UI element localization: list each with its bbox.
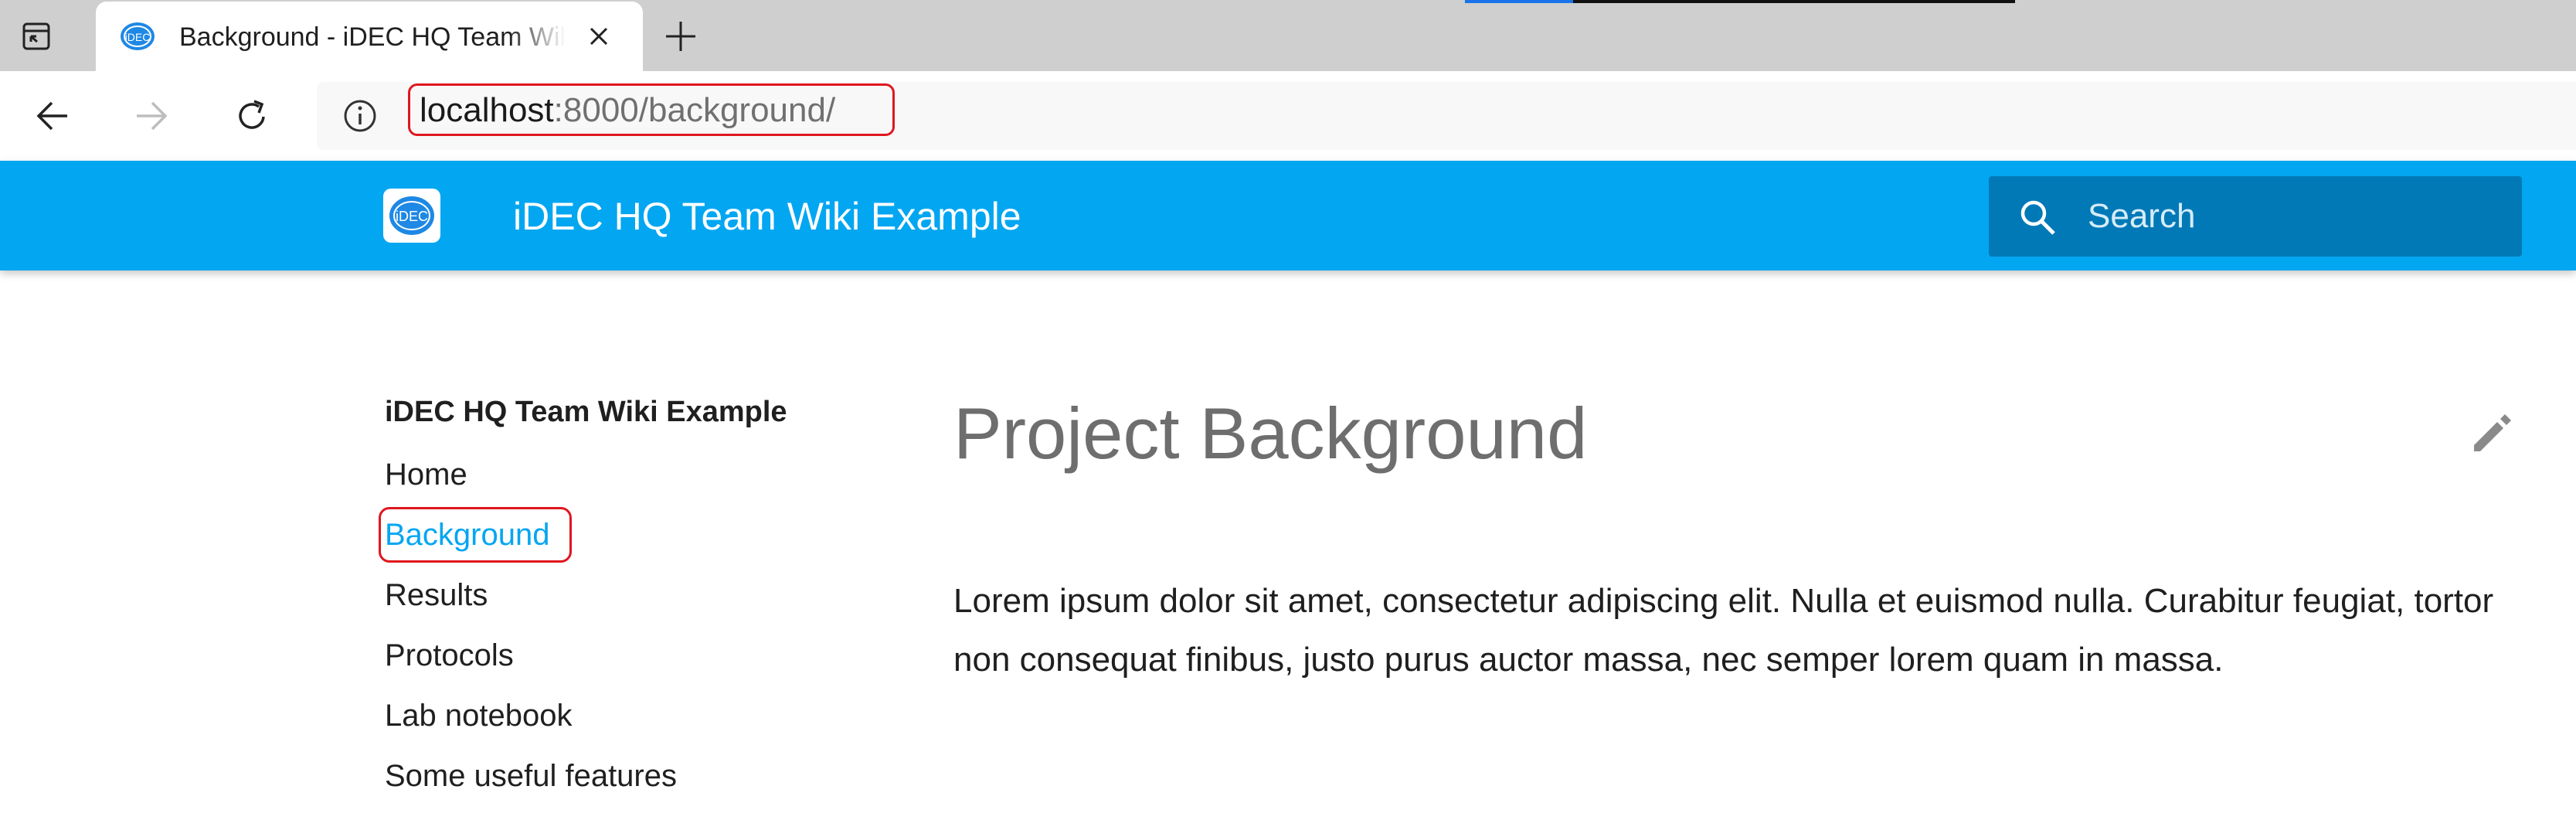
sidebar-heading[interactable]: iDEC HQ Team Wiki Example	[385, 396, 787, 429]
sidebar-item-home[interactable]: Home	[385, 458, 467, 492]
search-input[interactable]	[2088, 193, 2489, 240]
site-favicon-icon: iDEC	[119, 21, 156, 52]
reload-button[interactable]	[230, 94, 274, 138]
search-icon	[2018, 198, 2057, 236]
svg-text:iDEC: iDEC	[125, 31, 151, 43]
loading-indicator	[1465, 0, 2015, 3]
tab-actions-icon[interactable]	[17, 17, 56, 56]
sidebar-item-results[interactable]: Results	[385, 578, 488, 613]
sidebar-item-some-useful-features[interactable]: Some useful features	[385, 759, 677, 794]
page-paragraph: Lorem ipsum dolor sit amet, consectetur …	[953, 582, 2494, 679]
site-title[interactable]: iDEC HQ Team Wiki Example	[513, 195, 1021, 238]
edit-page-button[interactable]	[2468, 408, 2517, 458]
sidebar-item-lab-notebook[interactable]: Lab notebook	[385, 699, 572, 733]
sidebar-item-protocols[interactable]: Protocols	[385, 638, 514, 673]
new-tab-button[interactable]	[661, 17, 700, 56]
forward-button[interactable]	[130, 94, 173, 138]
reload-icon	[239, 100, 265, 129]
info-icon[interactable]	[343, 99, 377, 133]
arrow-left-icon	[36, 101, 67, 131]
back-button[interactable]	[31, 94, 74, 138]
plus-icon	[666, 22, 695, 51]
address-bar[interactable]: localhost:8000/background/	[317, 82, 2576, 150]
svg-text:iDEC: iDEC	[396, 209, 428, 224]
search-box[interactable]	[1989, 176, 2522, 257]
browser-toolbar: localhost:8000/background/	[0, 71, 2576, 161]
site-logo[interactable]: iDEC	[383, 189, 440, 243]
browser-tab-strip: iDEC Background - iDEC HQ Team Wiki Exam…	[0, 0, 2576, 71]
site-header: iDEC iDEC HQ Team Wiki Example	[0, 161, 2576, 270]
close-icon[interactable]	[583, 20, 615, 53]
arrow-right-icon	[137, 101, 168, 131]
idec-logo-icon: iDEC	[389, 196, 434, 235]
pencil-icon	[2474, 414, 2511, 451]
browser-tab[interactable]: iDEC Background - iDEC HQ Team Wiki Exam…	[96, 2, 643, 71]
url-text[interactable]: localhost:8000/background/	[420, 90, 835, 131]
page-title: Project Background	[953, 393, 1588, 474]
sidebar-item-background[interactable]: Background	[385, 518, 549, 553]
url-path: :8000/background/	[553, 91, 836, 129]
tab-title: Background - iDEC HQ Team Wiki Example	[179, 22, 566, 52]
url-host: localhost	[420, 91, 554, 129]
url-highlight-frame: localhost:8000/background/	[408, 83, 895, 136]
